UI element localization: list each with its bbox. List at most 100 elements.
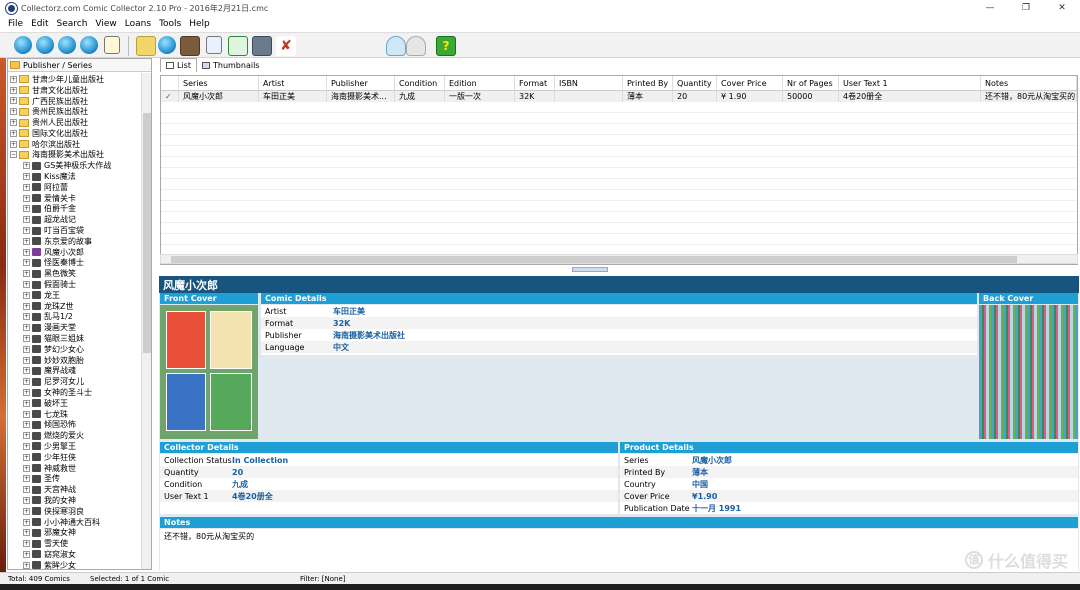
tree-series[interactable]: + 小小神通大百科: [8, 517, 141, 528]
tree-series[interactable]: + 雪天使: [8, 538, 141, 549]
expand-icon[interactable]: −: [10, 151, 17, 159]
grid-status-column[interactable]: [161, 76, 179, 90]
minimize-button[interactable]: —: [972, 0, 1008, 16]
tree-series[interactable]: + 梦幻少女心: [8, 344, 141, 355]
expand-icon[interactable]: +: [23, 410, 30, 418]
menu-search[interactable]: Search: [57, 19, 88, 29]
tree-publisher[interactable]: + 国际文化出版社: [8, 128, 141, 139]
tree-series[interactable]: + 猫眼三姐妹: [8, 333, 141, 344]
expand-icon[interactable]: +: [23, 529, 30, 537]
expand-icon[interactable]: +: [23, 453, 30, 461]
tree-series[interactable]: + 伯爵千金: [8, 204, 141, 215]
column-header[interactable]: Artist: [259, 76, 327, 90]
tree-series[interactable]: + 假面骑士: [8, 279, 141, 290]
column-header[interactable]: Series: [179, 76, 259, 90]
tree-series[interactable]: + 黑色微笑: [8, 268, 141, 279]
tree-publisher[interactable]: + 贵州人民出版社: [8, 117, 141, 128]
panel-splitter[interactable]: [572, 267, 608, 272]
tree-publisher[interactable]: + 广西民族出版社: [8, 96, 141, 107]
expand-icon[interactable]: +: [23, 194, 30, 202]
menu-loans[interactable]: Loans: [125, 19, 151, 29]
tree-scrollbar[interactable]: [141, 73, 151, 569]
tree-series[interactable]: + 我的女神: [8, 495, 141, 506]
clear-filter-icon[interactable]: [406, 36, 426, 56]
column-header[interactable]: Edition: [445, 76, 515, 90]
expand-icon[interactable]: +: [23, 237, 30, 245]
tree-publisher[interactable]: + 哈尔滨出版社: [8, 139, 141, 150]
expand-icon[interactable]: +: [23, 356, 30, 364]
column-header[interactable]: ISBN: [555, 76, 623, 90]
tree-series[interactable]: + 风魔小次郎: [8, 247, 141, 258]
book-view-icon[interactable]: [180, 36, 200, 56]
expand-icon[interactable]: +: [10, 86, 17, 94]
scrollbar-thumb[interactable]: [171, 256, 1017, 263]
menu-view[interactable]: View: [95, 19, 116, 29]
tree-series[interactable]: + Kiss魔法: [8, 171, 141, 182]
column-header[interactable]: Format: [515, 76, 555, 90]
tree-series[interactable]: + 紫眸少女: [8, 560, 141, 571]
tree-series[interactable]: + 燃烧的爱火: [8, 430, 141, 441]
expand-icon[interactable]: +: [23, 561, 30, 569]
maximize-button[interactable]: ❐: [1008, 0, 1044, 16]
tree-series[interactable]: + 邪魔女神: [8, 527, 141, 538]
table-row[interactable]: ✓ 风魔小次郎 车田正美 海南摄影美术... 九成 一版一次 32K 薄本 20 ¥ 1.90 50…: [161, 91, 1077, 102]
expand-icon[interactable]: +: [10, 129, 17, 137]
tree-series[interactable]: + 爱情关卡: [8, 193, 141, 204]
tree-series[interactable]: + 阿拉蕾: [8, 182, 141, 193]
expand-icon[interactable]: +: [23, 281, 30, 289]
edit-icon[interactable]: [104, 36, 120, 54]
add-manually-icon[interactable]: [80, 36, 98, 54]
tree-series[interactable]: + 侠探寒羽良: [8, 506, 141, 517]
expand-icon[interactable]: +: [23, 507, 30, 515]
expand-icon[interactable]: +: [23, 270, 30, 278]
expand-icon[interactable]: +: [23, 518, 30, 526]
column-header[interactable]: Publisher: [327, 76, 395, 90]
grid-horizontal-scrollbar[interactable]: [160, 254, 1078, 264]
column-header[interactable]: Cover Price: [717, 76, 783, 90]
expand-icon[interactable]: +: [23, 248, 30, 256]
expand-icon[interactable]: +: [23, 442, 30, 450]
front-cover-image[interactable]: [160, 305, 258, 439]
tree-series[interactable]: + 窈窕淑女: [8, 549, 141, 560]
expand-icon[interactable]: +: [10, 119, 17, 127]
list-view-icon[interactable]: [206, 36, 222, 54]
expand-icon[interactable]: +: [23, 540, 30, 548]
print-icon[interactable]: [252, 36, 272, 56]
tree-series[interactable]: + 少男擎王: [8, 441, 141, 452]
expand-icon[interactable]: +: [23, 324, 30, 332]
expand-icon[interactable]: +: [23, 302, 30, 310]
export-icon[interactable]: ✘: [276, 36, 296, 56]
expand-icon[interactable]: +: [23, 335, 30, 343]
expand-icon[interactable]: +: [23, 486, 30, 494]
menu-edit[interactable]: Edit: [31, 19, 48, 29]
expand-icon[interactable]: +: [23, 183, 30, 191]
scrollbar-thumb[interactable]: [143, 113, 151, 353]
menu-tools[interactable]: Tools: [159, 19, 181, 29]
column-header[interactable]: Condition: [395, 76, 445, 90]
expand-icon[interactable]: +: [23, 216, 30, 224]
expand-icon[interactable]: +: [23, 345, 30, 353]
expand-icon[interactable]: +: [10, 97, 17, 105]
tree-series[interactable]: + 尼罗河女儿: [8, 376, 141, 387]
column-header[interactable]: Nr of Pages: [783, 76, 839, 90]
tree-series[interactable]: + 少年狂侠: [8, 452, 141, 463]
expand-icon[interactable]: +: [23, 367, 30, 375]
expand-icon[interactable]: +: [10, 108, 17, 116]
tree-publisher[interactable]: + 甘肃少年儿童出版社: [8, 74, 141, 85]
expand-icon[interactable]: +: [23, 313, 30, 321]
tree-series[interactable]: + 神威救世: [8, 463, 141, 474]
tree-series[interactable]: + 圣传: [8, 473, 141, 484]
expand-icon[interactable]: +: [23, 291, 30, 299]
tree-series[interactable]: + 漫画天堂: [8, 322, 141, 333]
expand-icon[interactable]: +: [23, 421, 30, 429]
expand-icon[interactable]: +: [23, 496, 30, 504]
filter-icon[interactable]: [386, 36, 406, 56]
tree-series[interactable]: + 七龙珠: [8, 409, 141, 420]
tree-series[interactable]: + 女神的圣斗士: [8, 387, 141, 398]
tree-series[interactable]: + 龙珠Z世: [8, 301, 141, 312]
expand-icon[interactable]: +: [23, 475, 30, 483]
tree-series[interactable]: + 妙妙双胞胎: [8, 355, 141, 366]
tree-series[interactable]: + GS美神极乐大作战: [8, 160, 141, 171]
tree-series[interactable]: + 倾国恐怖: [8, 420, 141, 431]
expand-icon[interactable]: +: [23, 378, 30, 386]
